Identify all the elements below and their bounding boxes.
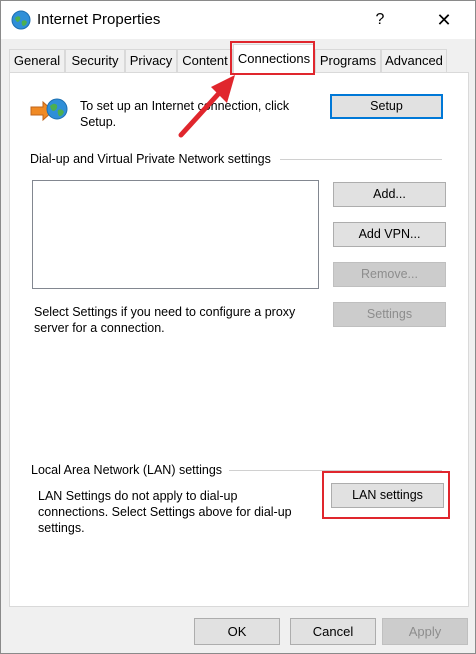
connections-tab-highlight <box>230 41 315 75</box>
lan-description: LAN Settings do not apply to dial-up con… <box>38 489 292 535</box>
remove-button: Remove... <box>333 262 446 287</box>
add-button[interactable]: Add... <box>333 182 446 207</box>
lan-settings-highlight <box>322 471 450 519</box>
dialup-group-divider <box>280 159 442 160</box>
add-vpn-button[interactable]: Add VPN... <box>333 222 446 247</box>
tab-advanced[interactable]: Advanced <box>381 49 447 73</box>
title-bar: Internet Properties ? ✕ <box>1 1 475 39</box>
tab-security[interactable]: Security <box>65 49 125 73</box>
red-arrow <box>178 75 235 138</box>
apply-button: Apply <box>382 618 468 645</box>
close-button[interactable]: ✕ <box>421 1 467 39</box>
globe-arrow-icon <box>30 98 68 122</box>
window-title: Internet Properties <box>37 11 161 28</box>
dialup-group-label: Dial-up and Virtual Private Network sett… <box>30 152 271 166</box>
connections-listbox[interactable] <box>32 180 319 289</box>
tab-privacy[interactable]: Privacy <box>125 49 177 73</box>
ok-button[interactable]: OK <box>194 618 280 645</box>
tab-general[interactable]: General <box>9 49 65 73</box>
internet-properties-dialog: Internet Properties ? ✕ General Security… <box>0 0 476 654</box>
proxy-settings-description: Select Settings if you need to configure… <box>34 305 296 335</box>
tab-programs[interactable]: Programs <box>315 49 381 73</box>
help-button[interactable]: ? <box>357 1 403 39</box>
globe-icon <box>11 10 31 30</box>
setup-button[interactable]: Setup <box>330 94 443 119</box>
lan-group-label: Local Area Network (LAN) settings <box>31 463 223 477</box>
settings-button: Settings <box>333 302 446 327</box>
cancel-button[interactable]: Cancel <box>290 618 376 645</box>
